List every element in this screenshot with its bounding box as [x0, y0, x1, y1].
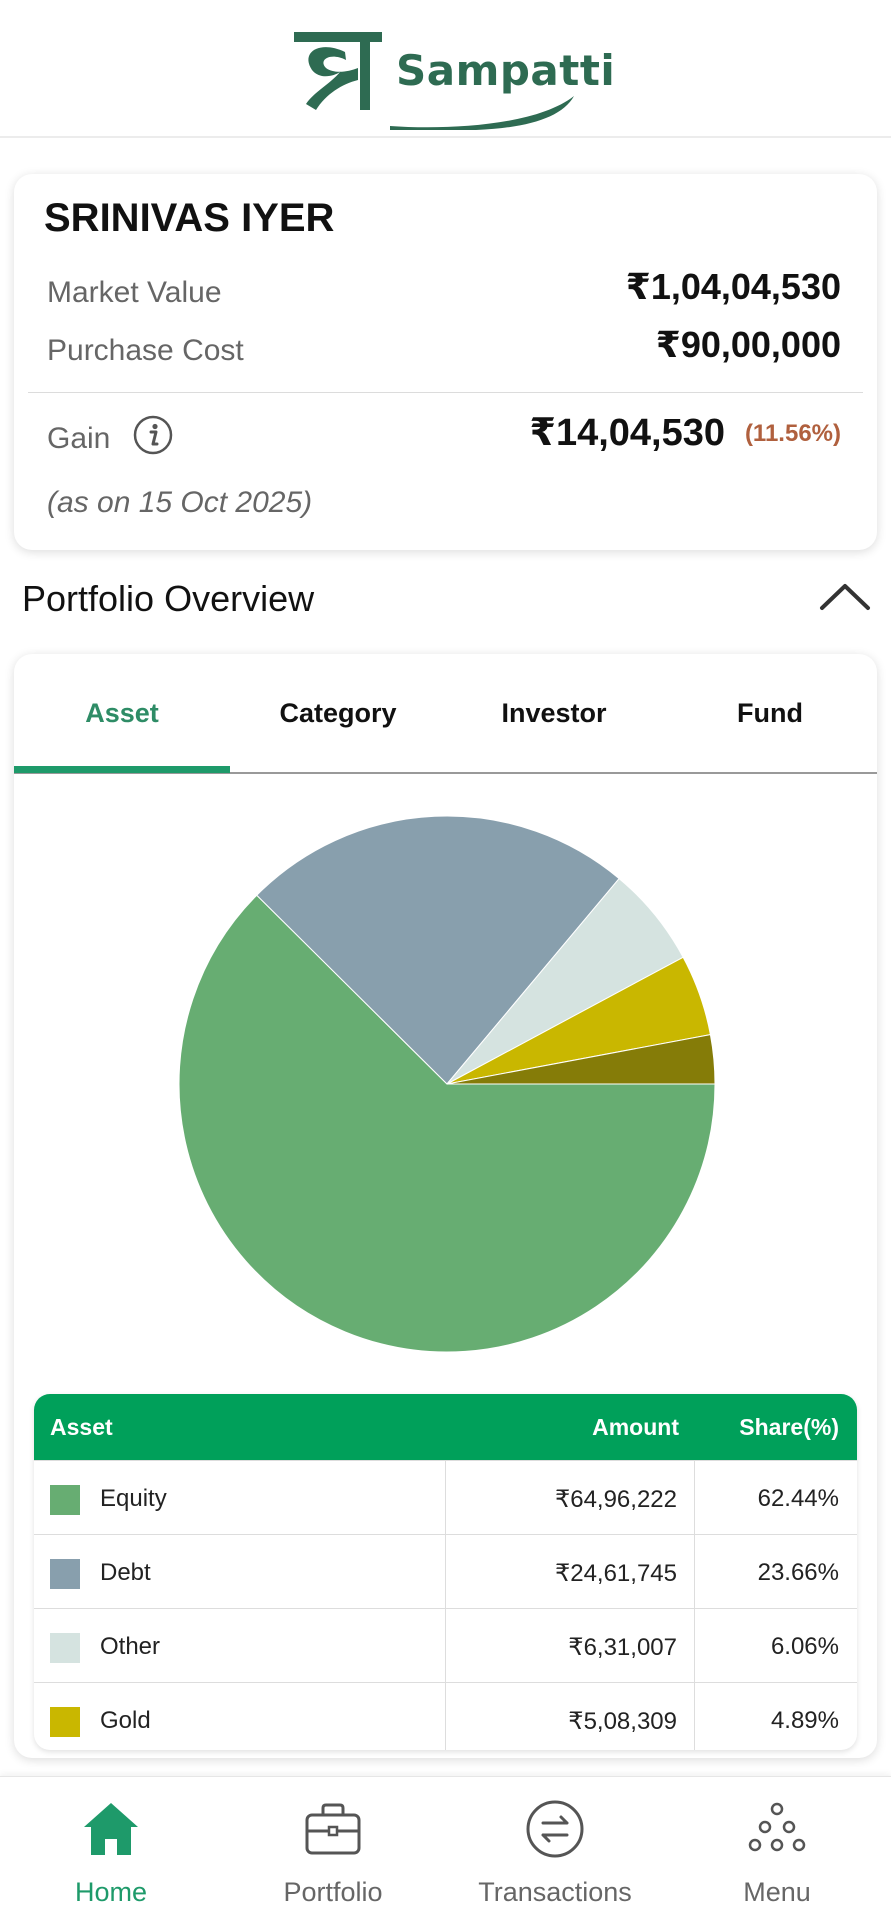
- asset-allocation-table: Asset Amount Share(%) Equity ₹64,96,222 …: [34, 1394, 857, 1750]
- asset-share: 4.89%: [770, 1707, 839, 1734]
- tab-asset[interactable]: Asset: [14, 698, 230, 729]
- nav-home[interactable]: Home: [0, 1777, 222, 1920]
- asset-amount: ₹24,61,745: [554, 1560, 677, 1587]
- tab-fund[interactable]: Fund: [662, 698, 877, 729]
- portfolio-summary-card: SRINIVAS IYER Market Value ₹1,04,04,530 …: [14, 174, 877, 550]
- tab-category[interactable]: Category: [230, 698, 446, 729]
- market-value: ₹1,04,04,530: [625, 266, 841, 307]
- logo-swoosh-icon: [390, 96, 574, 130]
- asset-name: Other: [100, 1633, 161, 1660]
- exchange-icon: [526, 1800, 584, 1858]
- other-color-swatch: [50, 1633, 80, 1663]
- app-header: Sampatti: [0, 0, 891, 138]
- menu-dots-icon: [748, 1802, 806, 1852]
- gain-label: Gain: [47, 422, 111, 455]
- column-header-share: Share(%): [739, 1414, 839, 1440]
- column-header-amount: Amount: [592, 1414, 679, 1440]
- column-divider: [445, 1460, 446, 1750]
- purchase-cost: ₹90,00,000: [655, 324, 841, 365]
- table-header: Asset Amount Share(%): [34, 1394, 857, 1460]
- gain-value: ₹14,04,530: [529, 412, 726, 454]
- nav-label: Home: [74, 1877, 148, 1907]
- info-icon[interactable]: [132, 414, 174, 456]
- market-value-label: Market Value: [47, 276, 222, 309]
- asset-name: Equity: [100, 1485, 167, 1512]
- purchase-cost-label: Purchase Cost: [47, 334, 244, 367]
- briefcase-icon: [305, 1803, 361, 1855]
- as-on-date: (as on 15 Oct 2025): [47, 486, 313, 519]
- asset-share: 6.06%: [770, 1633, 839, 1660]
- debt-color-swatch: [50, 1559, 80, 1589]
- nav-label: Transactions: [478, 1877, 632, 1907]
- home-icon: [84, 1803, 138, 1855]
- active-tab-indicator: [14, 766, 230, 773]
- equity-color-swatch: [50, 1485, 80, 1515]
- gain-percentage: (11.56%): [744, 420, 841, 447]
- asset-amount: ₹6,31,007: [568, 1634, 677, 1661]
- asset-pie-chart: [178, 815, 716, 1353]
- asset-name: Gold: [100, 1707, 151, 1734]
- asset-amount: ₹64,96,222: [554, 1486, 677, 1513]
- bottom-navigation: Home Portfolio Transactions Menu: [0, 1776, 891, 1920]
- asset-share: 62.44%: [757, 1485, 839, 1512]
- card-divider: [28, 392, 863, 393]
- column-divider: [694, 1460, 695, 1750]
- investor-name: SRINIVAS IYER: [44, 196, 335, 240]
- nav-portfolio[interactable]: Portfolio: [222, 1777, 444, 1920]
- column-header-asset: Asset: [50, 1414, 113, 1440]
- asset-amount: ₹5,08,309: [568, 1708, 677, 1735]
- asset-share: 23.66%: [757, 1559, 839, 1586]
- chevron-up-icon[interactable]: [818, 580, 872, 614]
- nav-label: Portfolio: [283, 1877, 383, 1907]
- portfolio-overview-title: Portfolio Overview: [22, 578, 315, 619]
- asset-name: Debt: [100, 1559, 151, 1586]
- gold-color-swatch: [50, 1707, 80, 1737]
- nav-transactions[interactable]: Transactions: [444, 1777, 666, 1920]
- nav-menu[interactable]: Menu: [666, 1777, 888, 1920]
- portfolio-overview-card: Asset Category Investor Fund Asset Amoun…: [14, 654, 877, 1758]
- tab-investor[interactable]: Investor: [446, 698, 662, 729]
- nav-label: Menu: [743, 1877, 811, 1907]
- logo-glyph-icon: [294, 32, 382, 110]
- app-logo[interactable]: Sampatti: [290, 22, 615, 130]
